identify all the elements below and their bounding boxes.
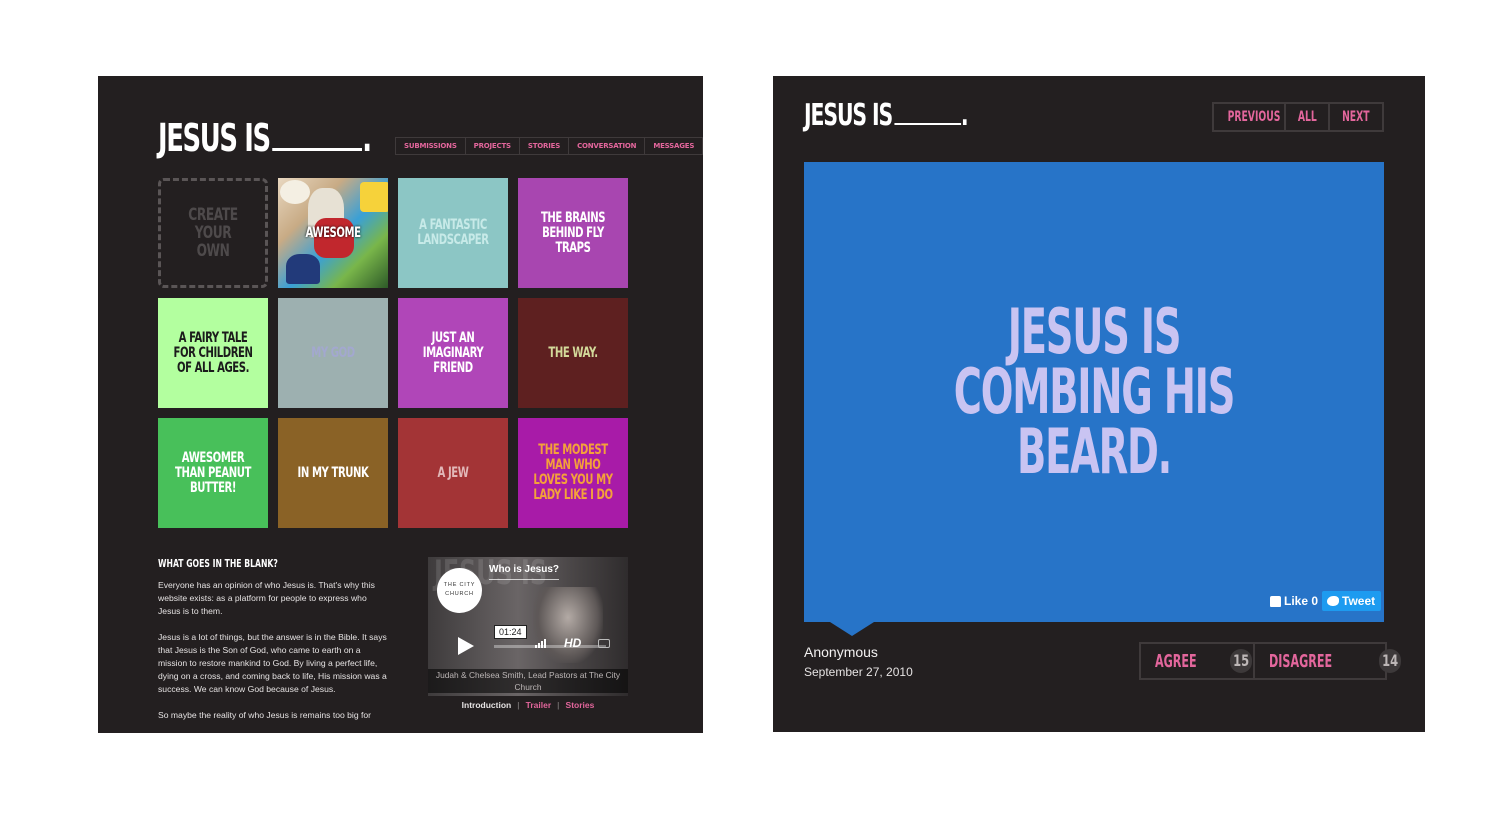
video-caption: Judah & Chelsea Smith, Lead Pastors at T… xyxy=(428,669,628,693)
tab-introduction[interactable]: Introduction xyxy=(459,700,515,710)
volume-icon[interactable] xyxy=(535,638,546,648)
about-heading: WHAT GOES IN THE BLANK? xyxy=(158,557,278,570)
tile-label: MY GOD xyxy=(311,344,355,361)
disagree-label: DISAGREE xyxy=(1269,650,1333,672)
next-label: NEXT xyxy=(1342,109,1370,125)
tile-label: AWESOME xyxy=(305,224,361,241)
airplay-icon[interactable] xyxy=(598,639,610,648)
create-your-own-tile[interactable]: CREATE YOUR OWN xyxy=(158,178,268,288)
social-buttons: Like 0 Tweet xyxy=(1268,591,1382,611)
nav-stories[interactable]: STORIES xyxy=(520,138,570,154)
site-logo[interactable]: JESUS IS. xyxy=(804,98,969,133)
all-label: ALL xyxy=(1297,109,1317,125)
create-tile-label: CREATE YOUR OWN xyxy=(188,205,238,261)
video-title-rule xyxy=(489,579,559,580)
comic-bubble xyxy=(360,182,388,212)
nav-submissions[interactable]: SUBMISSIONS xyxy=(396,138,466,154)
tile-label: A FANTASTIC LANDSCAPER xyxy=(417,217,489,248)
play-icon[interactable] xyxy=(458,637,474,655)
disagree-count-value: 14 xyxy=(1381,651,1398,670)
submission-tile[interactable]: THE BRAINS BEHIND FLY TRAPS xyxy=(518,178,628,288)
nav-messages[interactable]: MESSAGES xyxy=(645,138,702,154)
nav-projects[interactable]: PROJECTS xyxy=(466,138,520,154)
tab-separator: | xyxy=(517,700,520,710)
agree-button[interactable]: AGREE 15 xyxy=(1141,644,1255,678)
submission-text: JESUS IS COMBING HIS BEARD. xyxy=(953,295,1236,488)
agree-count: 15 xyxy=(1230,649,1253,673)
submission-tile[interactable]: JUST AN IMAGINARY FRIEND xyxy=(398,298,508,408)
about-paragraph: So maybe the reality of who Jesus is rem… xyxy=(158,710,372,720)
video-title[interactable]: Who is Jesus? xyxy=(489,564,559,575)
submission-tile[interactable]: THE WAY. xyxy=(518,298,628,408)
nav-conversation[interactable]: CONVERSATION xyxy=(569,138,646,154)
submission-tile[interactable]: MY GOD xyxy=(278,298,388,408)
logo-blank xyxy=(894,101,961,125)
agree-count-value: 15 xyxy=(1233,651,1250,670)
tile-label: THE MODEST MAN WHO LOVES YOU MY LADY LIK… xyxy=(533,442,613,503)
previous-label: PREVIOUS xyxy=(1227,109,1281,125)
all-button[interactable]: ALL xyxy=(1286,104,1330,130)
tweet-button[interactable]: Tweet xyxy=(1322,591,1382,611)
logo-text: JESUS IS xyxy=(804,98,893,133)
submission-date: September 27, 2010 xyxy=(804,665,913,679)
video-player[interactable]: JESUS IS THE CITY CHURCH Who is Jesus? 0… xyxy=(428,557,628,696)
video-controls: 01:24 HD xyxy=(428,625,628,661)
submission-detail-screenshot: JESUS IS. PREVIOUS ALL NEXT JESUS IS COM… xyxy=(773,76,1425,732)
submission-tile[interactable]: THE MODEST MAN WHO LOVES YOU MY LADY LIK… xyxy=(518,418,628,528)
submission-tile[interactable]: A JEW xyxy=(398,418,508,528)
submission-tile[interactable]: A FANTASTIC LANDSCAPER xyxy=(398,178,508,288)
disagree-count: 14 xyxy=(1378,649,1402,673)
video-tabs: Introduction | Trailer | Stories xyxy=(428,700,628,710)
previous-button[interactable]: PREVIOUS xyxy=(1214,104,1286,130)
submission-tile[interactable]: AWESOMER THAN PEANUT BUTTER! xyxy=(158,418,268,528)
vote-controls: AGREE 15 DISAGREE 14 xyxy=(1139,642,1402,680)
pager-nav: PREVIOUS ALL NEXT xyxy=(1212,102,1384,132)
like-label: Like 0 xyxy=(1284,594,1319,608)
tile-label: THE WAY. xyxy=(548,344,598,361)
tab-separator: | xyxy=(557,700,560,710)
thumbs-up-icon xyxy=(1270,595,1281,607)
card-pointer xyxy=(830,622,874,636)
agree-label: AGREE xyxy=(1155,650,1197,672)
disagree-button[interactable]: DISAGREE 14 xyxy=(1255,644,1402,678)
about-text: Everyone has an opinion of who Jesus is.… xyxy=(158,579,390,733)
main-nav: SUBMISSIONS PROJECTS STORIES CONVERSATIO… xyxy=(395,137,703,155)
video-progress-bar[interactable] xyxy=(494,645,606,648)
comic-figure xyxy=(286,254,320,284)
submission-author: Anonymous xyxy=(804,644,878,660)
tile-label: A FAIRY TALE FOR CHILDREN OF ALL AGES. xyxy=(173,329,253,376)
church-logo-badge: THE CITY CHURCH xyxy=(437,568,482,613)
tile-label: JUST AN IMAGINARY FRIEND xyxy=(422,329,484,376)
tile-label: A JEW xyxy=(437,464,469,481)
about-paragraph: Jesus is a lot of things, but the answer… xyxy=(158,632,387,694)
site-logo[interactable]: JESUS IS. xyxy=(158,116,372,160)
logo-text: JESUS IS xyxy=(158,116,271,160)
video-time: 01:24 xyxy=(494,625,527,639)
submission-tile[interactable]: IN MY TRUNK xyxy=(278,418,388,528)
facebook-like-button[interactable]: Like 0 xyxy=(1268,591,1321,611)
tab-trailer[interactable]: Trailer xyxy=(523,700,555,710)
homepage-screenshot: JESUS IS. SUBMISSIONS PROJECTS STORIES C… xyxy=(98,76,703,733)
twitter-bird-icon xyxy=(1327,596,1340,606)
hd-toggle[interactable]: HD xyxy=(564,636,581,650)
tab-stories[interactable]: Stories xyxy=(563,700,598,710)
about-paragraph: Everyone has an opinion of who Jesus is.… xyxy=(158,580,375,616)
tile-label: AWESOMER THAN PEANUT BUTTER! xyxy=(175,449,251,496)
tile-label: THE BRAINS BEHIND FLY TRAPS xyxy=(540,209,606,256)
comic-bubble xyxy=(280,180,310,204)
submission-tile[interactable]: A FAIRY TALE FOR CHILDREN OF ALL AGES. xyxy=(158,298,268,408)
tweet-label: Tweet xyxy=(1342,594,1376,608)
logo-blank xyxy=(272,119,363,151)
submission-card: JESUS IS COMBING HIS BEARD. xyxy=(804,162,1384,622)
tile-label: IN MY TRUNK xyxy=(297,464,369,481)
submission-tile[interactable]: AWESOME xyxy=(278,178,388,288)
next-button[interactable]: NEXT xyxy=(1330,104,1382,130)
